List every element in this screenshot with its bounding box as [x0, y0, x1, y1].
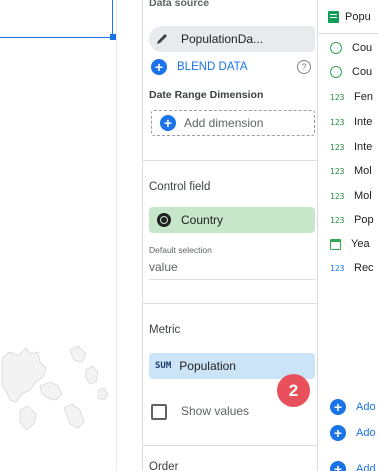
- data-source-chip[interactable]: PopulationDa...: [149, 26, 315, 52]
- metric-field-name: Population: [179, 359, 236, 373]
- default-selection-label: Default selection: [149, 245, 212, 255]
- control-field-chip[interactable]: Country: [149, 207, 315, 233]
- blend-data-button[interactable]: + BLEND DATA ?: [151, 56, 317, 78]
- field-item[interactable]: 123 Pop: [318, 209, 379, 231]
- step-number-badge: 2: [277, 374, 310, 407]
- add-dimension-button[interactable]: + Add dimension: [151, 110, 315, 136]
- field-item[interactable]: Cou: [318, 37, 379, 59]
- number-icon: 123: [330, 92, 345, 102]
- show-values-checkbox[interactable]: [151, 404, 167, 420]
- show-values-label: Show values: [181, 404, 250, 418]
- number-icon: 123: [330, 166, 345, 176]
- section-divider: [143, 160, 319, 161]
- plus-circle-icon: +: [330, 399, 346, 415]
- selected-component-outline[interactable]: [0, 0, 113, 38]
- blend-data-label: BLEND DATA: [177, 61, 248, 73]
- section-divider: [143, 303, 319, 304]
- field-item[interactable]: 123 Fen: [318, 86, 379, 108]
- default-selection-input[interactable]: value: [149, 260, 315, 280]
- date-range-title: Date Range Dimension: [149, 89, 264, 101]
- field-item[interactable]: 123 Mol: [318, 185, 379, 207]
- add-field-button[interactable]: + Ado: [318, 421, 379, 445]
- control-field-name: Country: [181, 213, 224, 227]
- globe-icon: [330, 66, 342, 78]
- canvas-gutter: [116, 0, 142, 471]
- add-dimension-label: Add dimension: [184, 116, 264, 130]
- pencil-icon[interactable]: [149, 26, 175, 52]
- help-icon[interactable]: ?: [297, 60, 311, 74]
- number-icon: 123: [330, 215, 345, 225]
- number-icon: 123: [330, 142, 345, 152]
- data-source-title: Data source: [149, 0, 210, 9]
- calendar-icon: [330, 238, 341, 250]
- section-divider: [143, 445, 319, 446]
- plus-circle-icon: +: [330, 461, 346, 471]
- number-icon: 123: [330, 263, 345, 273]
- order-title: Order: [149, 461, 179, 471]
- available-fields-panel: Popu Cou Cou 123 Fen 123 Inte 123 Inte 1…: [318, 0, 379, 471]
- number-icon: 123: [330, 191, 345, 201]
- metric-title: Metric: [149, 324, 181, 336]
- field-item[interactable]: Yea: [318, 233, 379, 255]
- field-list-source-name: Popu: [345, 10, 371, 23]
- field-item[interactable]: 123 Inte: [318, 111, 379, 133]
- add-field-button[interactable]: + Ado: [318, 395, 379, 419]
- field-item[interactable]: 123 Mol: [318, 160, 379, 182]
- field-item[interactable]: Cou: [318, 61, 379, 83]
- world-map-background: [1, 345, 109, 431]
- aggregation-label[interactable]: SUM: [155, 361, 171, 371]
- globe-icon: [330, 42, 342, 54]
- plus-circle-icon: +: [160, 115, 176, 131]
- add-field-button[interactable]: + Add: [318, 457, 379, 471]
- globe-icon: [157, 213, 171, 227]
- control-field-title: Control field: [149, 181, 211, 193]
- field-item[interactable]: 123 Rec: [318, 257, 379, 279]
- field-list-header: Popu: [318, 0, 379, 34]
- data-source-name: PopulationDa...: [181, 32, 264, 46]
- plus-circle-icon: +: [151, 59, 167, 75]
- plus-circle-icon: +: [330, 425, 346, 441]
- sheets-icon: [328, 10, 339, 23]
- field-item[interactable]: 123 Inte: [318, 136, 379, 158]
- number-icon: 123: [330, 117, 345, 127]
- report-canvas[interactable]: [0, 0, 116, 471]
